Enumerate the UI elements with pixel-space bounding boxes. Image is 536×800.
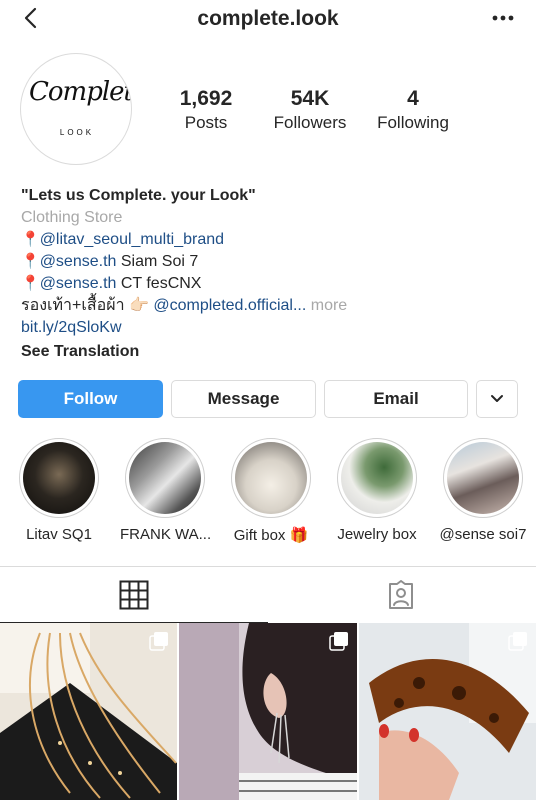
avatar-logo-text: Complete. <box>29 77 131 107</box>
message-button[interactable]: Message <box>171 380 316 418</box>
pin-icon: 📍 <box>21 275 40 292</box>
highlight-sense-soi7[interactable]: @sense soi7 <box>438 438 528 543</box>
email-button[interactable]: Email <box>324 380 468 418</box>
top-bar: complete.look <box>0 0 536 40</box>
bio-line-1: 📍@litav_seoul_multi_brand <box>21 229 521 251</box>
multi-post-icon <box>329 632 348 651</box>
stat-followers-value: 54K <box>290 87 330 110</box>
post-thumbnail-earring[interactable] <box>179 623 357 800</box>
highlight-frank-wa[interactable]: FRANK WA... <box>120 438 212 543</box>
chevron-down-icon <box>491 395 503 402</box>
stat-posts[interactable]: 1,692 Posts <box>168 87 244 133</box>
stat-posts-value: 1,692 <box>179 87 233 110</box>
highlight-label: FRANK WA... <box>120 526 212 543</box>
more-options-icon[interactable] <box>490 8 516 28</box>
bio-category: Clothing Store <box>21 209 123 226</box>
highlight-cover <box>125 438 205 518</box>
bio-name: "Lets us Complete. your Look" <box>21 187 256 204</box>
profile-username: complete.look <box>197 7 339 30</box>
bio-more-link[interactable]: more <box>306 297 347 314</box>
follow-button[interactable]: Follow <box>18 380 163 418</box>
highlight-cover <box>443 438 523 518</box>
tab-grid[interactable] <box>0 567 268 623</box>
bio-mention-4[interactable]: @completed.official... <box>149 297 306 314</box>
stat-followers[interactable]: 54K Followers <box>266 87 354 133</box>
highlight-label: @sense soi7 <box>439 526 527 543</box>
stat-following[interactable]: 4 Following <box>370 87 456 133</box>
avatar[interactable]: Complete. LOOK <box>20 53 132 165</box>
multi-post-icon <box>508 632 527 651</box>
bio-mention-1[interactable]: @litav_seoul_multi_brand <box>40 231 224 248</box>
avatar-logo-subtext: LOOK <box>59 128 95 137</box>
tagged-icon <box>389 580 413 609</box>
bio-line-3-text: CT fesCNX <box>116 275 202 292</box>
stat-following-value: 4 <box>407 87 419 110</box>
highlight-gift-box[interactable]: Gift box 🎁 <box>226 438 316 544</box>
highlight-label: Jewelry box <box>337 526 417 543</box>
bio-url[interactable]: bit.ly/2qSloKw <box>21 317 521 339</box>
highlight-label: Gift box 🎁 <box>233 527 309 544</box>
stat-posts-label: Posts <box>184 113 228 132</box>
bio-line-3: 📍@sense.th CT fesCNX <box>21 273 521 295</box>
stat-following-label: Following <box>377 113 449 132</box>
post-thumbnail-sunglasses[interactable] <box>359 623 536 800</box>
bio-line-2-text: Siam Soi 7 <box>116 253 199 270</box>
pin-icon: 📍 <box>21 231 40 248</box>
bio-line-4: รองเท้า+เสื้อผ้า 👉🏻 @completed.official.… <box>21 295 521 317</box>
highlight-litav-sq1[interactable]: Litav SQ1 <box>14 438 104 543</box>
bio-mention-3[interactable]: @sense.th <box>40 275 117 292</box>
bio-mention-2[interactable]: @sense.th <box>40 253 117 270</box>
highlight-label: Litav SQ1 <box>26 526 92 543</box>
stat-followers-label: Followers <box>273 113 347 132</box>
highlight-jewelry-box[interactable]: Jewelry box <box>332 438 422 543</box>
multi-post-icon <box>149 632 168 651</box>
profile-tabs <box>0 566 536 623</box>
suggested-dropdown-button[interactable] <box>476 380 518 418</box>
see-translation-link[interactable]: See Translation <box>21 341 521 363</box>
highlight-cover <box>19 438 99 518</box>
tab-tagged[interactable] <box>268 567 536 623</box>
highlight-cover <box>337 438 417 518</box>
bio-line-2: 📍@sense.th Siam Soi 7 <box>21 251 521 273</box>
profile-bio: "Lets us Complete. your Look" Clothing S… <box>21 185 521 363</box>
bio-line-4-text: รองเท้า+เสื้อผ้า <box>21 297 130 314</box>
pointing-hand-icon: 👉🏻 <box>129 297 149 314</box>
pin-icon: 📍 <box>21 253 40 270</box>
post-thumbnail-necklace[interactable] <box>0 623 177 800</box>
grid-icon <box>119 580 149 610</box>
highlight-cover <box>231 438 311 518</box>
